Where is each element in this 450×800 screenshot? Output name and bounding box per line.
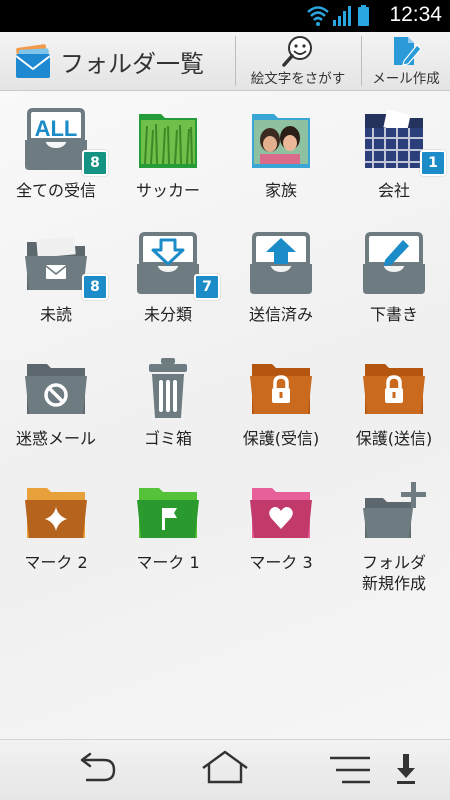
folder-trash[interactable]: ゴミ箱 <box>112 348 224 463</box>
folder-label: マーク 1 <box>136 553 200 572</box>
signal-icon <box>333 6 351 26</box>
new-folder-icon <box>363 482 426 538</box>
mail-app-icon <box>15 44 51 78</box>
folder-unread[interactable]: 8 未読 <box>0 224 112 339</box>
new-folder-label-line1: フォルダ <box>361 553 426 572</box>
star-folder-icon <box>25 488 87 538</box>
draft-tray-icon <box>363 232 425 294</box>
app-header: フォルダ一覧 絵文字をさがす メール作成 <box>0 32 450 91</box>
compose-icon <box>394 37 422 66</box>
folder-label: サッカー <box>135 181 200 200</box>
page-title: フォルダ一覧 <box>60 50 204 78</box>
family-photo-folder-icon <box>252 114 310 168</box>
battery-icon <box>358 5 369 26</box>
folder-protected-sent[interactable]: 保護(送信) <box>338 348 450 463</box>
compose-label: メール作成 <box>372 71 440 87</box>
back-icon[interactable] <box>76 748 120 792</box>
folder-label: 送信済み <box>248 305 313 324</box>
folder-all-inbox[interactable]: ALL 8 全ての受信 <box>0 100 112 215</box>
emoji-search-button[interactable]: 絵文字をさがす <box>236 32 360 90</box>
status-bar: 12:34 <box>0 0 450 32</box>
folder-label: マーク 2 <box>24 553 88 572</box>
folder-label: 全ての受信 <box>15 181 96 200</box>
plaid-folder-icon <box>365 109 423 168</box>
trash-can-icon <box>149 358 187 418</box>
unread-count-badge: 7 <box>194 274 220 300</box>
compose-mail-button[interactable]: メール作成 <box>362 32 450 90</box>
folder-spam[interactable]: 迷惑メール <box>0 348 112 463</box>
clock: 12:34 <box>389 3 442 26</box>
unsorted-tray-icon <box>137 232 199 294</box>
home-icon[interactable] <box>200 748 250 792</box>
wifi-icon <box>307 6 329 26</box>
folder-label: 家族 <box>264 181 297 200</box>
sent-tray-icon <box>250 232 312 294</box>
locked-folder-icon <box>363 364 425 414</box>
menu-icon[interactable] <box>328 748 376 792</box>
hide-keyboard-icon[interactable] <box>392 748 420 792</box>
folder-mark-3[interactable]: マーク 3 <box>225 472 337 587</box>
folder-label: 下書き <box>369 305 418 324</box>
grass-photo-folder-icon <box>139 114 197 168</box>
unread-count-badge: 8 <box>82 274 108 300</box>
new-folder-button[interactable]: フォルダ 新規作成 <box>338 472 450 593</box>
unread-count-badge: 1 <box>420 150 446 176</box>
emoji-search-icon <box>282 36 312 67</box>
folder-label: 未読 <box>39 305 72 324</box>
new-folder-label-line2: 新規作成 <box>361 574 426 593</box>
folder-protected-received[interactable]: 保護(受信) <box>225 348 337 463</box>
folder-label: 未分類 <box>143 305 192 324</box>
status-icons <box>307 5 369 26</box>
all-inbox-icon: ALL <box>25 108 87 170</box>
folder-soccer[interactable]: サッカー <box>112 100 224 215</box>
folder-label: マーク 3 <box>249 553 313 572</box>
folder-label: 保護(送信) <box>355 429 433 448</box>
locked-folder-icon <box>250 364 312 414</box>
folder-label: フォルダ 新規作成 <box>338 552 450 594</box>
flag-folder-icon <box>137 488 199 538</box>
folder-mark-1[interactable]: マーク 1 <box>112 472 224 587</box>
folder-label: 保護(受信) <box>242 429 320 448</box>
spam-folder-icon <box>25 364 87 414</box>
unread-folder-icon <box>25 236 87 290</box>
unread-count-badge: 8 <box>82 150 108 176</box>
folder-mark-2[interactable]: マーク 2 <box>0 472 112 587</box>
folder-company[interactable]: 1 会社 <box>338 100 450 215</box>
folder-unsorted[interactable]: 7 未分類 <box>112 224 224 339</box>
folder-family[interactable]: 家族 <box>225 100 337 215</box>
folder-label: 会社 <box>377 181 410 200</box>
folder-label: 迷惑メール <box>15 429 96 448</box>
heart-folder-icon <box>250 488 312 538</box>
navigation-bar <box>0 739 450 800</box>
folder-sent[interactable]: 送信済み <box>225 224 337 339</box>
emoji-search-label: 絵文字をさがす <box>250 71 346 87</box>
svg-text:ALL: ALL <box>35 116 78 141</box>
folder-label: ゴミ箱 <box>143 429 192 448</box>
folder-drafts[interactable]: 下書き <box>338 224 450 339</box>
